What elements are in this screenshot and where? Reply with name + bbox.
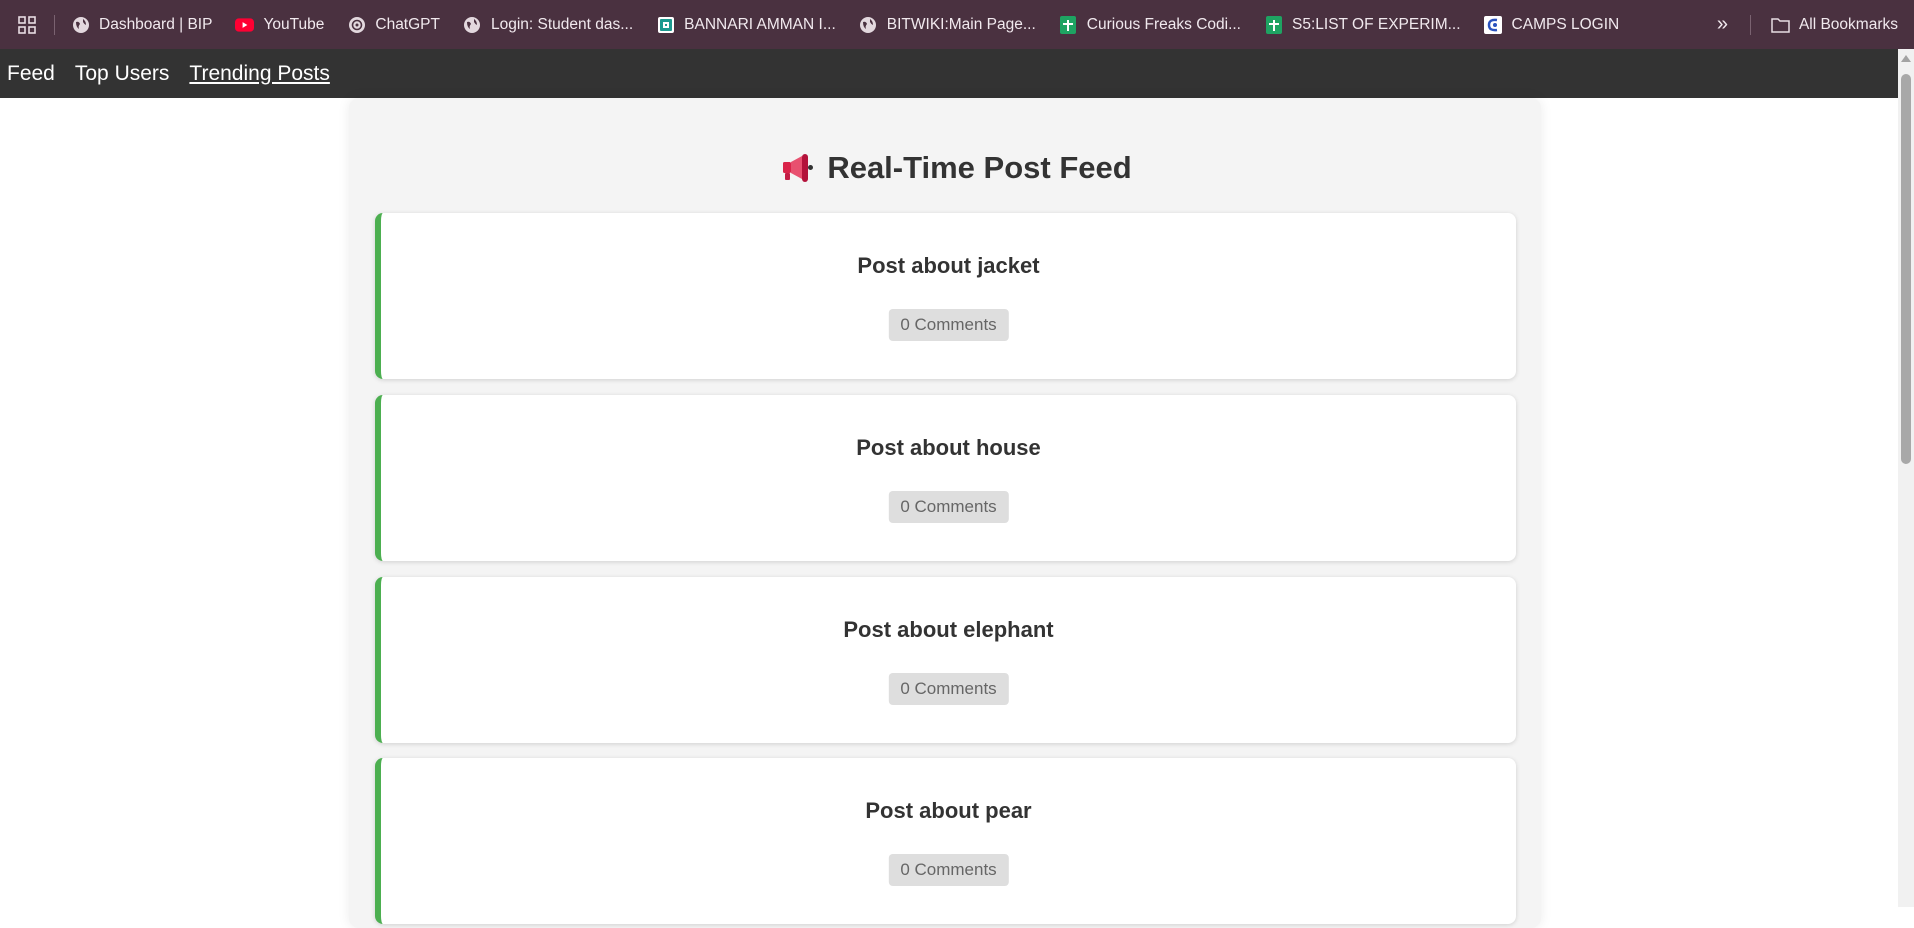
- all-bookmarks-label: All Bookmarks: [1798, 15, 1898, 33]
- bookmark-dashboard-bip[interactable]: Dashboard | BIP: [71, 15, 212, 34]
- bookmark-curious-freaks[interactable]: Curious Freaks Codi...: [1059, 15, 1241, 34]
- chatgpt-icon: [347, 15, 366, 34]
- sheets-icon: [1059, 15, 1078, 34]
- post-card[interactable]: Post about house 0 Comments: [375, 395, 1516, 561]
- nav-link-top-users[interactable]: Top Users: [75, 62, 170, 86]
- bookmark-s5-experiments[interactable]: S5:LIST OF EXPERIM...: [1264, 15, 1461, 34]
- bookmark-youtube[interactable]: YouTube: [235, 15, 324, 34]
- post-title: Post about house: [856, 435, 1041, 460]
- bookmark-chatgpt[interactable]: ChatGPT: [347, 15, 440, 34]
- post-title: Post about elephant: [843, 617, 1054, 642]
- bookmark-label: CAMPS LOGIN: [1511, 15, 1620, 33]
- post-title: Post about jacket: [857, 253, 1040, 278]
- nav-link-trending-posts[interactable]: Trending Posts: [189, 62, 329, 86]
- youtube-icon: [235, 15, 255, 34]
- bookmark-label: Curious Freaks Codi...: [1086, 15, 1241, 33]
- scroll-up-icon[interactable]: [1901, 55, 1911, 62]
- bookmarks-divider: [1749, 14, 1751, 35]
- app-navbar: Feed Top Users Trending Posts: [0, 49, 1898, 98]
- bookmark-bannari-amman[interactable]: BANNARI AMMAN I...: [656, 15, 836, 34]
- post-title: Post about pear: [865, 798, 1032, 823]
- bookmark-camps-login[interactable]: CAMPS LOGIN: [1484, 15, 1620, 34]
- post-card[interactable]: Post about elephant 0 Comments: [375, 577, 1516, 743]
- bookmarks-divider: [54, 14, 55, 35]
- bookmark-label: Login: Student das...: [490, 15, 634, 33]
- bookmarks-bar: Dashboard | BIP YouTube ChatGPT Login: S…: [0, 0, 1914, 49]
- post-card[interactable]: Post about pear 0 Comments: [375, 758, 1516, 924]
- bookmark-label: S5:LIST OF EXPERIM...: [1292, 15, 1461, 33]
- globe-icon: [71, 15, 90, 34]
- bookmark-label: YouTube: [263, 15, 325, 33]
- folder-icon: [1771, 15, 1790, 34]
- comments-badge[interactable]: 0 Comments: [888, 854, 1009, 886]
- bookmark-student-login[interactable]: Login: Student das...: [463, 15, 633, 34]
- bookmark-bitwiki[interactable]: BITWIKI:Main Page...: [859, 15, 1036, 34]
- scrollbar-thumb[interactable]: [1901, 74, 1911, 464]
- bookmarks-right: » All Bookmarks: [1717, 0, 1898, 49]
- comments-badge[interactable]: 0 Comments: [888, 673, 1009, 705]
- all-bookmarks-button[interactable]: All Bookmarks: [1771, 15, 1898, 34]
- globe-icon: [463, 15, 482, 34]
- nav-link-feed[interactable]: Feed: [7, 62, 55, 86]
- bookmark-label: Dashboard | BIP: [99, 15, 213, 33]
- sheets-icon: [1264, 15, 1283, 34]
- bookmark-label: ChatGPT: [375, 15, 440, 33]
- page-title: Real-Time Post Feed: [0, 150, 1914, 186]
- comments-badge[interactable]: 0 Comments: [888, 309, 1009, 341]
- bannari-icon: [656, 15, 675, 34]
- apps-grid-icon[interactable]: [16, 14, 38, 36]
- globe-icon: [859, 15, 878, 34]
- bookmark-label: BANNARI AMMAN I...: [684, 15, 836, 33]
- comments-badge[interactable]: 0 Comments: [888, 491, 1009, 523]
- more-bookmarks-icon[interactable]: »: [1717, 13, 1728, 36]
- post-card[interactable]: Post about jacket 0 Comments: [375, 213, 1516, 379]
- bookmark-label: BITWIKI:Main Page...: [886, 15, 1036, 33]
- megaphone-icon: [782, 153, 814, 183]
- page-title-text: Real-Time Post Feed: [827, 150, 1132, 185]
- camps-icon: [1484, 15, 1503, 34]
